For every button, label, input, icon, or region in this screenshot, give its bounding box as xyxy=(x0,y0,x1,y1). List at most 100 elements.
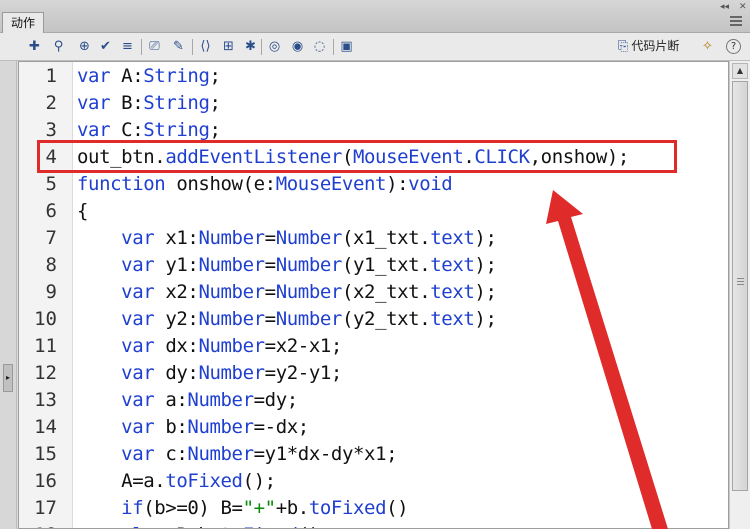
code-hint-icon[interactable]: ⎚ xyxy=(146,38,163,55)
code-token: ); xyxy=(474,254,497,276)
line-number: 8 xyxy=(45,254,57,276)
code-token: { xyxy=(77,200,89,222)
apply-block-comment-icon[interactable]: ◎ xyxy=(266,38,283,55)
code-token: var xyxy=(121,227,155,249)
code-token: "+" xyxy=(242,497,277,519)
add-script-icon[interactable]: ✚ xyxy=(26,38,43,55)
code-token: Number xyxy=(187,443,254,465)
code-token: Number xyxy=(275,254,343,276)
code-token: var xyxy=(121,254,155,276)
target-path-icon[interactable]: ⊕ xyxy=(76,38,93,55)
code-line[interactable]: { xyxy=(77,198,88,225)
collapse-panel-icon[interactable]: ◂◂ xyxy=(720,2,729,12)
code-line[interactable]: var x1:Number=Number(x1_txt.text); xyxy=(77,225,497,252)
script-editor[interactable]: 123456789101112131415161718 var A:String… xyxy=(18,61,729,529)
code-token: dy: xyxy=(154,362,199,384)
scrollbar-thumb[interactable] xyxy=(732,81,748,491)
code-token: String xyxy=(143,92,210,114)
code-line[interactable]: var y2:Number=Number(y2_txt.text); xyxy=(77,306,497,333)
code-token: Number xyxy=(275,227,343,249)
toolbar-separator xyxy=(261,39,262,55)
code-line[interactable]: A=a.toFixed(); xyxy=(77,468,276,495)
code-token: var xyxy=(121,335,155,357)
line-number: 9 xyxy=(45,281,57,303)
code-line[interactable]: function onshow(e:MouseEvent):void xyxy=(77,171,453,198)
expand-all-icon[interactable]: ✱ xyxy=(242,38,259,55)
vertical-scrollbar[interactable]: ▲ xyxy=(729,61,750,529)
code-token: text xyxy=(430,227,475,249)
code-line[interactable]: var dy:Number=y2-y1; xyxy=(77,360,342,387)
code-line[interactable]: var a:Number=dy; xyxy=(77,387,298,414)
code-token: () xyxy=(386,497,409,519)
remove-comment-icon[interactable]: ◌ xyxy=(311,38,328,55)
panel-menu-icon[interactable] xyxy=(730,16,742,26)
code-line[interactable]: var A:String; xyxy=(77,63,221,90)
code-token: x1: xyxy=(154,227,199,249)
code-token: =x2-x1; xyxy=(264,335,343,357)
code-token: var xyxy=(121,281,155,303)
code-snippets-button[interactable]: ⎘ 代码片断 xyxy=(618,38,679,55)
find-icon[interactable]: ⚲ xyxy=(50,38,67,55)
highlight-box-line-4 xyxy=(37,140,677,173)
check-syntax-icon[interactable]: ✔ xyxy=(97,38,114,55)
code-token: C: xyxy=(110,119,144,141)
expand-toolbox-icon[interactable]: ▸ xyxy=(3,364,13,392)
line-number: 13 xyxy=(34,389,57,411)
code-token: A: xyxy=(110,65,144,87)
close-panel-icon[interactable]: ✕ xyxy=(739,2,747,12)
code-line[interactable]: else B=b.toFixed() xyxy=(77,522,320,528)
apply-line-comment-icon[interactable]: ◉ xyxy=(289,38,306,55)
code-token: Number xyxy=(198,281,265,303)
code-token: function xyxy=(77,173,166,195)
toolbar-separator xyxy=(141,39,142,55)
code-line[interactable]: var y1:Number=Number(y1_txt.text); xyxy=(77,252,497,279)
code-token: var xyxy=(121,308,155,330)
auto-format-icon[interactable]: ≡ xyxy=(119,38,136,55)
scroll-up-icon[interactable]: ▲ xyxy=(732,63,748,79)
toolbar-separator xyxy=(333,39,334,55)
line-number-gutter: 123456789101112131415161718 xyxy=(19,62,73,528)
line-number: 6 xyxy=(45,200,57,222)
collapse-between-braces-icon[interactable]: ⟨⟩ xyxy=(197,38,214,55)
line-number: 1 xyxy=(45,65,57,87)
line-number: 14 xyxy=(34,416,57,438)
code-token: =y1*dx-dy*x1; xyxy=(253,443,398,465)
code-line[interactable]: var x2:Number=Number(x2_txt.text); xyxy=(77,279,497,306)
collapse-selection-icon[interactable]: ⊞ xyxy=(220,38,237,55)
code-token: String xyxy=(143,65,210,87)
code-token: b: xyxy=(154,416,188,438)
help-icon[interactable]: ? xyxy=(726,39,741,54)
code-line[interactable]: if(b>=0) B="+"+b.toFixed() xyxy=(77,495,408,522)
panel-header: 动作 ◂◂ ✕ xyxy=(0,0,750,33)
debug-options-icon[interactable]: ✎ xyxy=(170,38,187,55)
line-number: 7 xyxy=(45,227,57,249)
code-snippets-icon: ⎘ xyxy=(618,39,629,54)
code-token: =-dx; xyxy=(253,416,310,438)
code-token: B=b. xyxy=(165,524,221,528)
tab-actions[interactable]: 动作 xyxy=(2,12,45,33)
code-token: =y2-y1; xyxy=(264,362,343,384)
code-token: Number xyxy=(187,416,254,438)
code-token: (); xyxy=(242,470,277,492)
code-token: var xyxy=(121,416,155,438)
code-token: =dy; xyxy=(253,389,299,411)
wand-icon[interactable]: ✧ xyxy=(699,38,716,55)
code-token: = xyxy=(264,308,276,330)
code-token: var xyxy=(121,389,155,411)
scrollbar-grip-icon xyxy=(737,278,744,290)
code-snippets-label: 代码片断 xyxy=(631,39,680,53)
code-line[interactable]: var B:String; xyxy=(77,90,221,117)
code-token: text xyxy=(430,254,475,276)
code-line[interactable]: var b:Number=-dx; xyxy=(77,414,309,441)
code-token: var xyxy=(77,65,111,87)
line-number: 2 xyxy=(45,92,57,114)
code-line[interactable]: var dx:Number=x2-x1; xyxy=(77,333,342,360)
show-hide-toolbox-icon[interactable]: ▣ xyxy=(338,38,355,55)
line-number: 5 xyxy=(45,173,57,195)
code-line[interactable]: var c:Number=y1*dx-dy*x1; xyxy=(77,441,397,468)
